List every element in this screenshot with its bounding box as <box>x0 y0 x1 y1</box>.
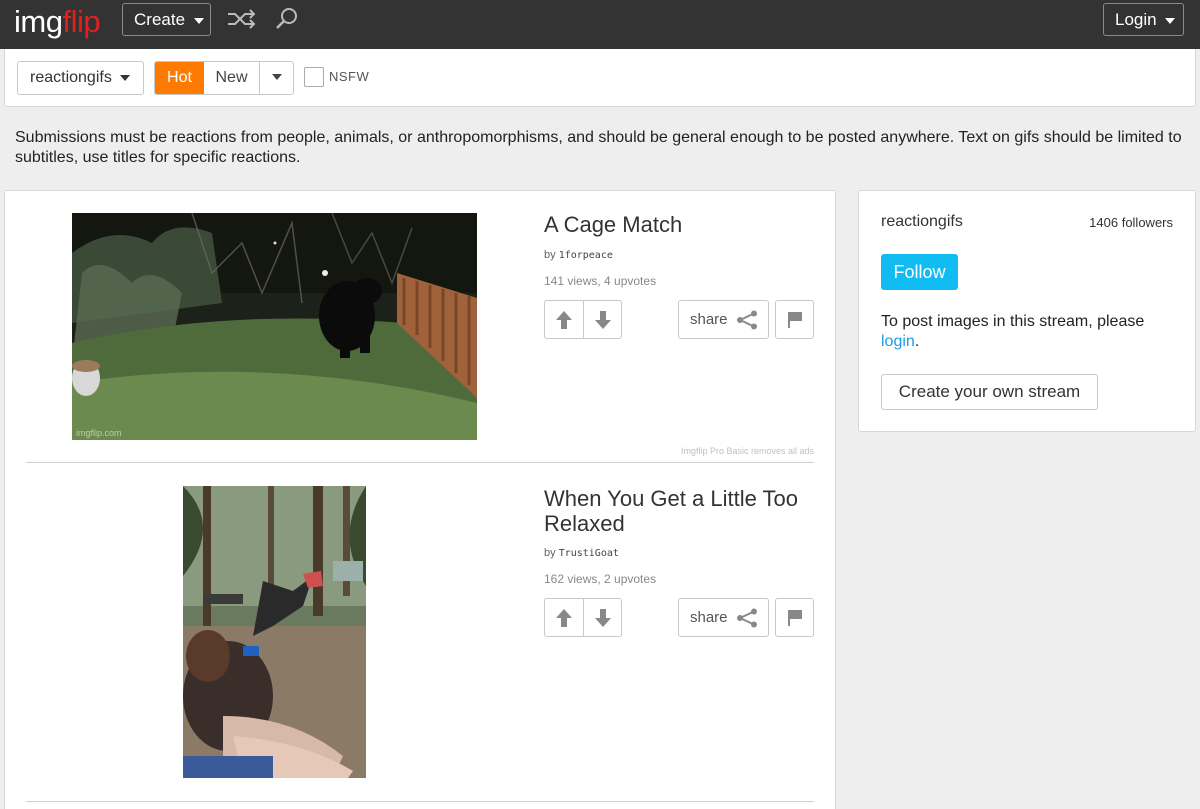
vote-buttons <box>544 598 622 637</box>
post-byline: by 1forpeace <box>544 249 613 261</box>
share-label: share <box>690 311 728 328</box>
byline-prefix: by <box>544 249 556 261</box>
upvote-button[interactable] <box>545 599 583 636</box>
chevron-down-icon <box>1165 17 1176 24</box>
flag-icon <box>787 609 802 626</box>
ad-note: Imgflip Pro Basic removes all ads <box>680 446 814 456</box>
logo-text-img: img <box>14 4 63 39</box>
sort-new-button[interactable]: New <box>204 62 260 94</box>
post-author-link[interactable]: TrustiGoat <box>559 548 619 559</box>
stream-select[interactable]: reactiongifs <box>17 61 144 95</box>
downvote-button[interactable] <box>583 599 621 636</box>
post-author-link[interactable]: 1forpeace <box>559 250 613 261</box>
post-image-relaxed-gif[interactable] <box>183 486 366 778</box>
byline-prefix: by <box>544 547 556 559</box>
share-icon <box>737 608 757 628</box>
login-button[interactable]: Login <box>1103 3 1184 36</box>
downvote-icon <box>594 310 611 329</box>
flag-button[interactable] <box>775 598 814 637</box>
logo-text-flip: flip <box>62 4 101 39</box>
share-icon <box>737 310 757 330</box>
stream-filter-bar: reactiongifs Hot New NSFW <box>4 49 1196 107</box>
post-byline: by TrustiGoat <box>544 547 619 559</box>
create-menu-button[interactable]: Create <box>122 3 211 36</box>
share-button[interactable]: share <box>678 300 769 339</box>
login-link[interactable]: login <box>881 333 915 350</box>
flag-icon <box>787 311 802 328</box>
sort-hot-button[interactable]: Hot <box>155 62 204 94</box>
post-divider <box>26 801 814 802</box>
downvote-icon <box>594 608 611 627</box>
vote-buttons <box>544 300 622 339</box>
top-header: imgflip Create Login <box>0 0 1200 49</box>
sort-toggle: Hot New <box>154 61 294 95</box>
posts-list: imgflip.com A Cage Match by 1forpeace 14… <box>4 190 836 809</box>
upvote-icon <box>556 608 572 627</box>
flag-button[interactable] <box>775 300 814 339</box>
stream-select-label: reactiongifs <box>30 69 112 86</box>
post-divider <box>26 462 814 463</box>
login-label: Login <box>1115 10 1157 29</box>
nsfw-checkbox[interactable] <box>304 67 324 87</box>
imgflip-watermark: imgflip.com <box>76 428 122 438</box>
upvote-icon <box>556 310 572 329</box>
chevron-down-icon <box>193 17 204 24</box>
share-label: share <box>690 609 728 626</box>
post-permission-message: To post images in this stream, please <box>881 313 1145 330</box>
create-stream-button[interactable]: Create your own stream <box>881 374 1098 410</box>
post-image-bear-gif[interactable]: imgflip.com <box>72 213 477 440</box>
post-title[interactable]: A Cage Match <box>544 212 824 237</box>
stream-info-panel: reactiongifs 1406 followers Follow To po… <box>858 190 1196 432</box>
upvote-button[interactable] <box>545 301 583 338</box>
post-permission-end: . <box>914 333 920 350</box>
post-stats: 141 views, 4 upvotes <box>544 274 657 288</box>
followers-count: 1406 followers <box>1089 215 1173 230</box>
post-title[interactable]: When You Get a Little Too Relaxed <box>544 486 824 536</box>
share-button[interactable]: share <box>678 598 769 637</box>
create-label: Create <box>134 10 186 29</box>
search-icon[interactable] <box>274 6 300 32</box>
shuffle-icon[interactable] <box>226 8 258 30</box>
sidebar-stream-name: reactiongifs <box>881 213 963 230</box>
chevron-down-icon <box>271 73 282 80</box>
post-stats: 162 views, 2 upvotes <box>544 572 657 586</box>
nsfw-label: NSFW <box>329 69 370 84</box>
post-permission-text: To post images in this stream, please lo… <box>881 312 1181 352</box>
relaxed-scene-illustration <box>183 486 366 778</box>
downvote-button[interactable] <box>583 301 621 338</box>
imgflip-logo[interactable]: imgflip <box>14 2 101 42</box>
stream-description: Submissions must be reactions from peopl… <box>15 129 1182 166</box>
chevron-down-icon <box>120 74 131 81</box>
bear-scene-illustration <box>72 213 477 440</box>
sort-more-dropdown[interactable] <box>260 62 293 94</box>
follow-button[interactable]: Follow <box>881 254 958 290</box>
